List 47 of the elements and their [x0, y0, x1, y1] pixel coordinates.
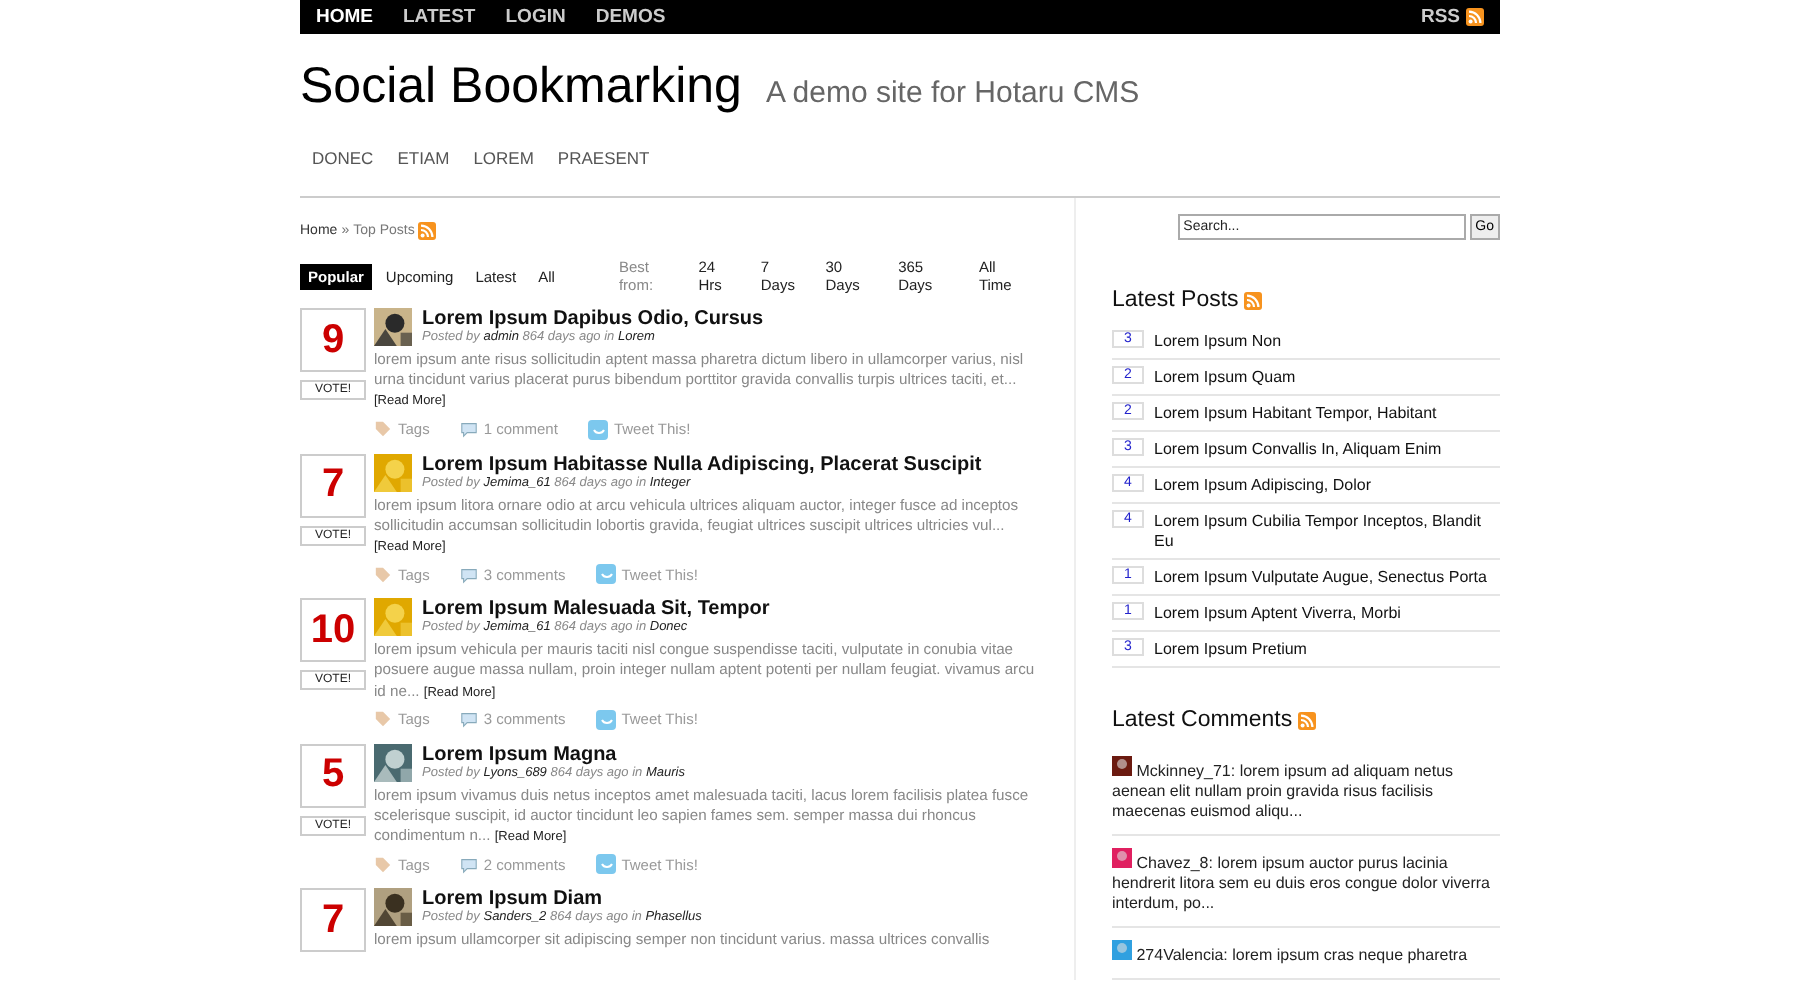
- site-title: Social Bookmarking: [300, 58, 742, 116]
- post-title[interactable]: Lorem Ipsum Malesuada Sit, Tempor: [422, 598, 770, 621]
- post-link[interactable]: Lorem Ipsum Non: [1154, 330, 1282, 352]
- rss-icon: [1244, 291, 1263, 309]
- widget-title: Latest Posts: [1112, 288, 1239, 312]
- nav-link[interactable]: DEMOS: [595, 6, 666, 28]
- post-title[interactable]: Lorem Ipsum Diam: [422, 888, 702, 911]
- rss-icon: [1298, 711, 1317, 729]
- widget-title: Latest Comments: [1112, 708, 1293, 732]
- nav-link[interactable]: HOME: [316, 6, 373, 28]
- rss-icon: [418, 222, 437, 240]
- post-link[interactable]: Lorem Ipsum Aptent Viverra, Morbi: [1154, 602, 1401, 624]
- post-title[interactable]: Lorem Ipsum Magna: [422, 743, 685, 766]
- comment-text: Mckinney_71: lorem ipsum ad aliquam netus aenean elit nullam proin gravida risus facilisis maecenas euismod aliqu...: [1112, 756, 1500, 822]
- post-link[interactable]: Lorem Ipsum Vulputate Augue, Senectus Porta: [1154, 566, 1487, 588]
- rss-link[interactable]: RSS: [1420, 6, 1484, 28]
- tag-icon: [374, 565, 392, 584]
- speech-bubble-icon: [459, 565, 478, 584]
- post-title[interactable]: Lorem Ipsum Dapibus Odio, Cursus: [422, 308, 764, 330]
- vote-count: 9: [300, 308, 366, 372]
- site-tagline: A demo site for Hotaru CMS: [765, 76, 1140, 110]
- category-link[interactable]: ETIAM: [397, 148, 450, 168]
- tag-icon: [374, 710, 392, 729]
- post-link[interactable]: Lorem Ipsum Adipiscing, Dolor: [1154, 474, 1371, 496]
- vote-count: 10: [300, 598, 366, 663]
- post-link[interactable]: Lorem Ipsum Quam: [1154, 366, 1296, 388]
- vote-count: 7: [300, 453, 366, 518]
- nav-link[interactable]: LOGIN: [505, 6, 566, 28]
- rss-icon: [1466, 8, 1484, 26]
- speech-bubble-icon: [459, 855, 478, 874]
- comment-text: Chavez_8: lorem ipsum auctor purus lacinia hendrerit litora sem eu duis eros congue dolor viverra interdum, po...: [1112, 848, 1500, 914]
- nav-link[interactable]: LATEST: [403, 6, 476, 28]
- tag-icon: [374, 855, 392, 874]
- vote-count: 7: [300, 888, 366, 953]
- category-link[interactable]: DONEC: [312, 148, 374, 168]
- vote-count: 5: [300, 743, 366, 808]
- post-title[interactable]: Lorem Ipsum Habitasse Nulla Adipiscing, Placerat Suscipit: [422, 453, 982, 476]
- post-link[interactable]: Lorem Ipsum Cubilia Tempor Inceptos, Blandit Eu: [1154, 510, 1500, 552]
- post-link[interactable]: Lorem Ipsum Convallis In, Aliquam Enim: [1154, 438, 1442, 460]
- post-link[interactable]: Lorem Ipsum Pretium: [1154, 638, 1307, 660]
- comment-text: 274Valencia: lorem ipsum cras neque pharetra: [1112, 940, 1468, 966]
- tag-icon: [374, 420, 392, 439]
- post-link[interactable]: Lorem Ipsum Habitant Tempor, Habitant: [1154, 402, 1437, 424]
- category-link[interactable]: PRAESENT: [557, 148, 650, 168]
- category-link[interactable]: LOREM: [473, 148, 534, 168]
- speech-bubble-icon: [459, 710, 478, 729]
- speech-bubble-icon: [459, 420, 478, 439]
